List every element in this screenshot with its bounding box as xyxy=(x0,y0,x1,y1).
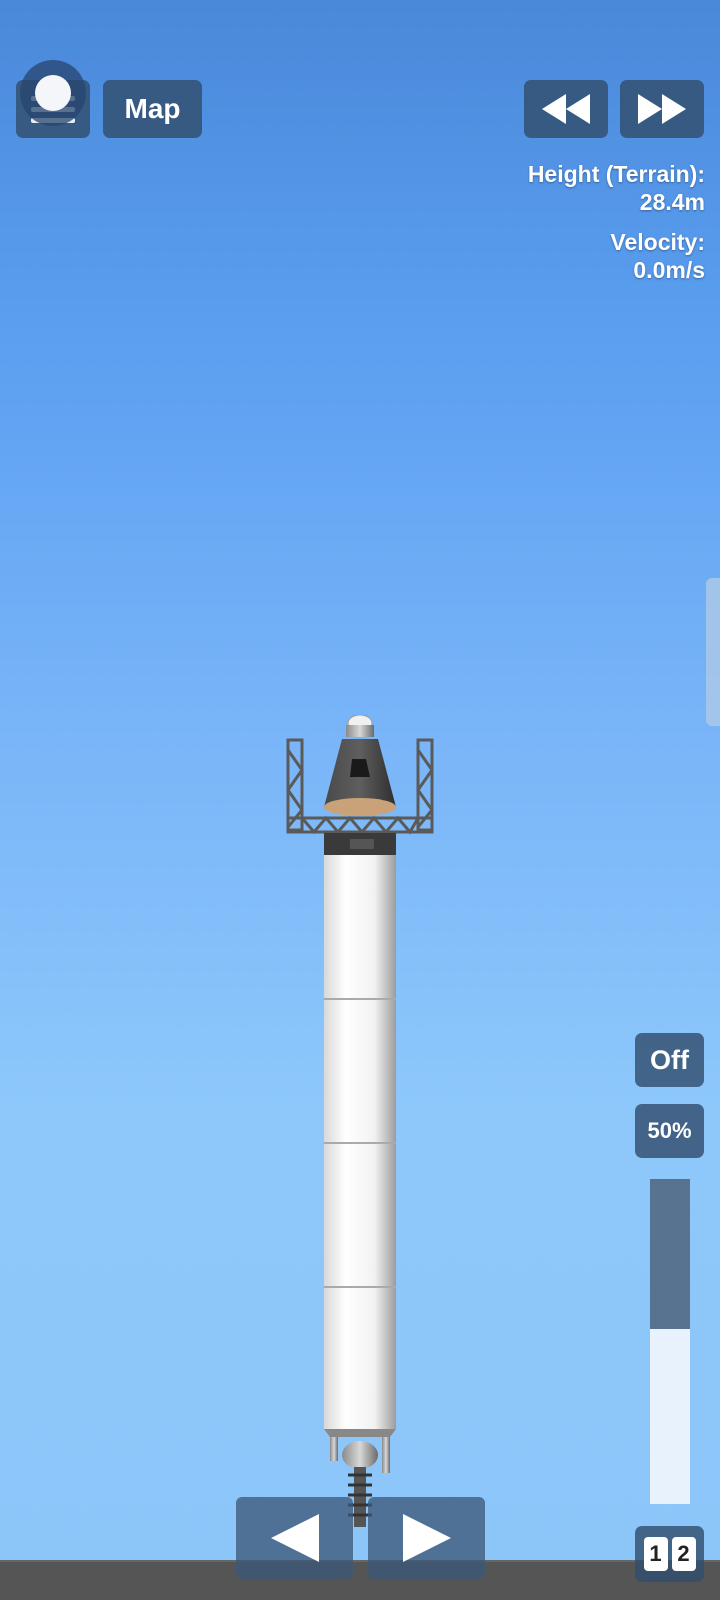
height-label: Height (Terrain): xyxy=(527,161,705,187)
fuel-tanks xyxy=(324,855,396,1429)
sas-toggle-button[interactable]: Off xyxy=(635,1033,704,1087)
map-button[interactable]: Map xyxy=(103,80,202,138)
rocket xyxy=(286,715,434,1527)
throttle-slider[interactable] xyxy=(650,1179,690,1504)
rotate-left-button[interactable] xyxy=(236,1497,353,1579)
side-panel-tab[interactable] xyxy=(706,578,720,726)
joystick-handle[interactable] xyxy=(20,60,86,126)
capsule xyxy=(324,715,396,816)
stage-digit-1: 1 xyxy=(643,1537,668,1571)
velocity-value: 0.0m/s xyxy=(633,257,705,283)
triangle-right-icon xyxy=(402,1514,451,1562)
throttle-percent-button[interactable]: 50% xyxy=(635,1104,704,1158)
velocity-label: Velocity: xyxy=(610,229,705,255)
rewind-icon xyxy=(542,94,590,124)
joystick-knob xyxy=(35,75,71,111)
rewind-button[interactable] xyxy=(524,80,608,138)
telemetry-panel: Height (Terrain): 28.4m Velocity: 0.0m/s xyxy=(528,160,705,284)
stage-button[interactable]: 1 2 xyxy=(635,1526,704,1582)
triangle-left-icon xyxy=(270,1514,319,1562)
throttle-slider-fill xyxy=(650,1179,690,1329)
stage-digit-2: 2 xyxy=(671,1537,696,1571)
rotate-right-button[interactable] xyxy=(368,1497,485,1579)
fast-forward-icon xyxy=(638,94,686,124)
height-value: 28.4m xyxy=(639,189,705,215)
fast-forward-button[interactable] xyxy=(620,80,704,138)
